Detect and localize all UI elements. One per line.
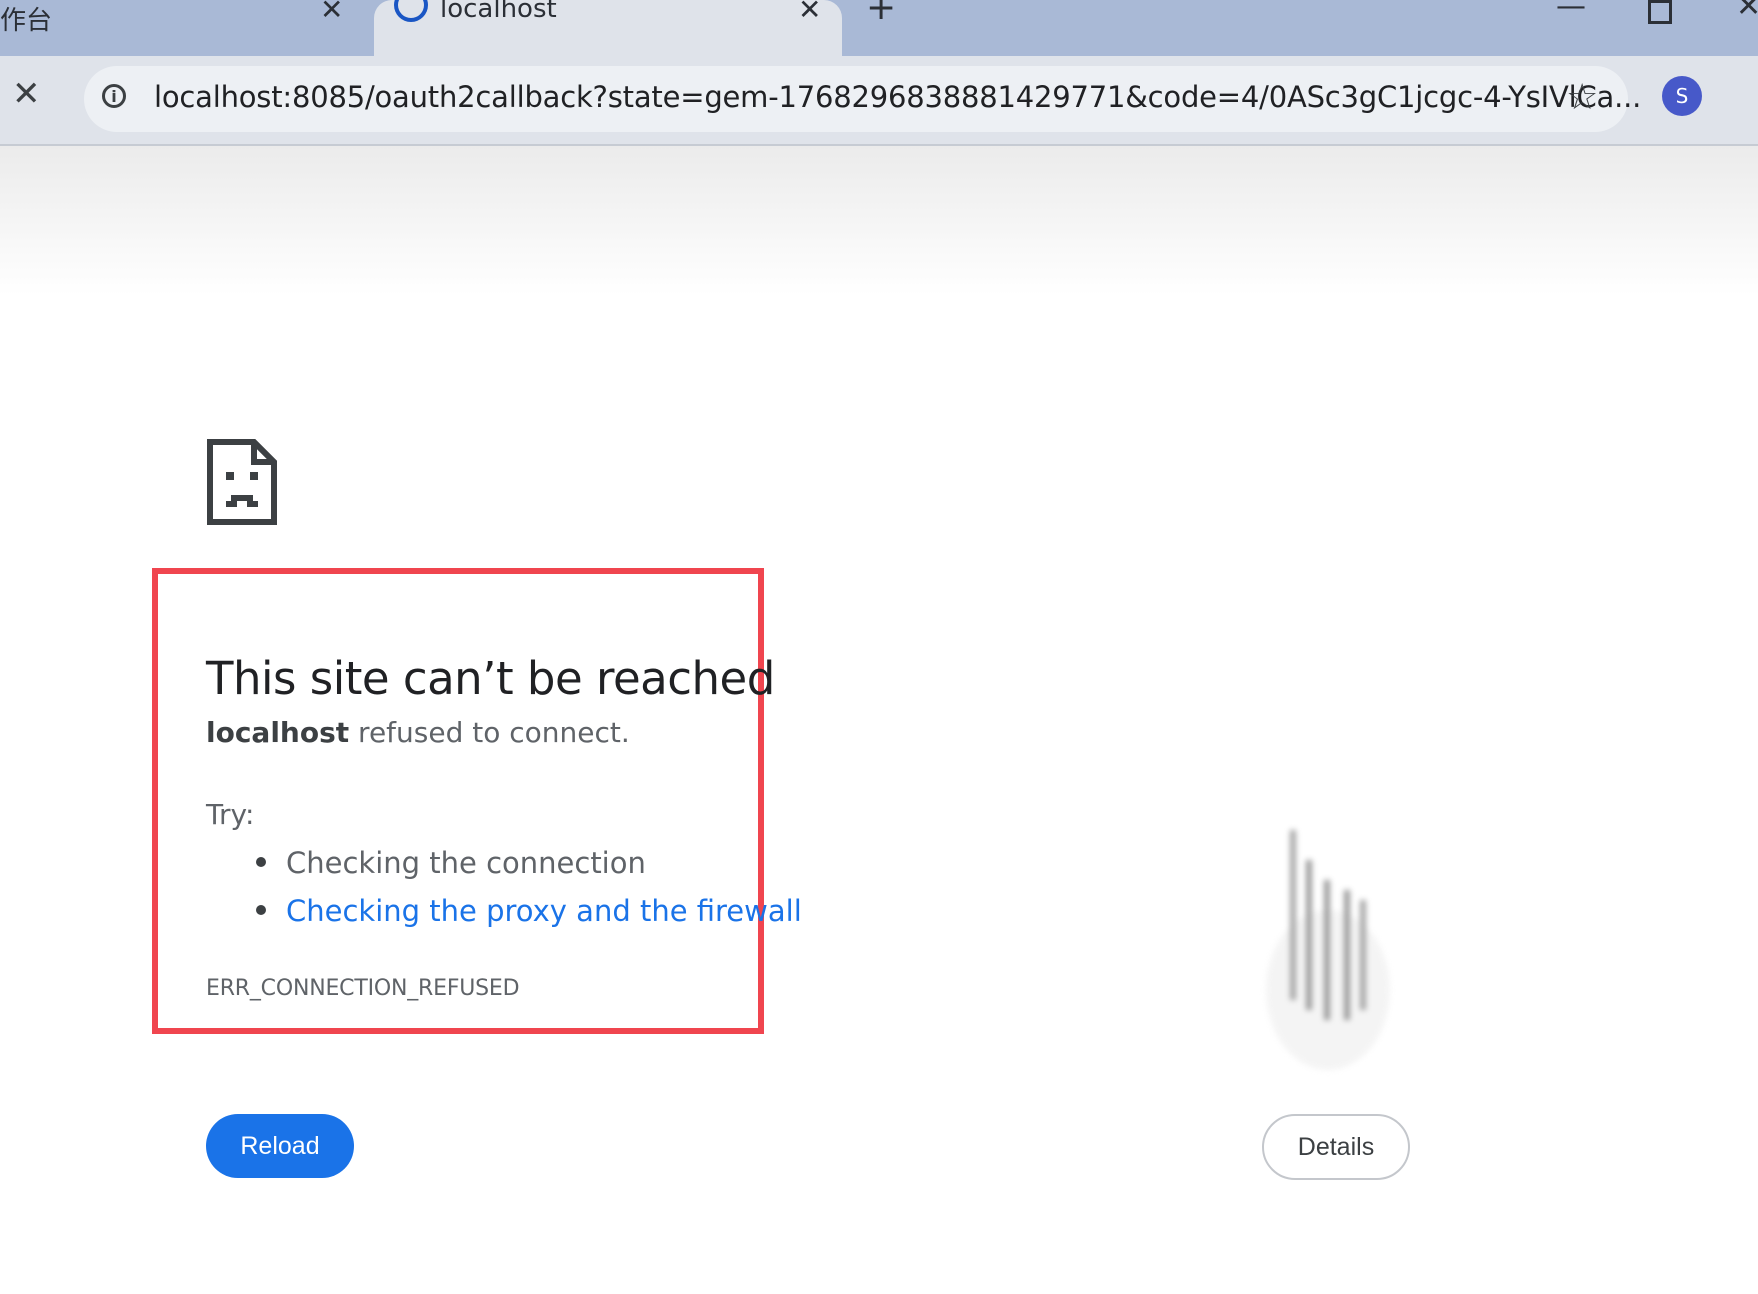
new-tab-button[interactable]: + [866, 0, 896, 26]
browser-toolbar: ✕ i localhost:8085/oauth2callback?state=… [0, 56, 1758, 146]
profile-avatar[interactable]: S [1662, 76, 1702, 116]
tab-close-icon[interactable]: ✕ [320, 0, 343, 24]
address-bar[interactable]: i localhost:8085/oauth2callback?state=ge… [84, 66, 1641, 132]
bookmark-star-icon[interactable]: ☆ [1566, 78, 1598, 118]
reload-button[interactable]: Reload [206, 1114, 354, 1178]
error-host: localhost [206, 716, 350, 749]
hand-cursor-icon [1266, 830, 1390, 1070]
tab-strip: 作台 ✕ localhost ✕ + — ✕ [0, 0, 1758, 58]
error-message: localhost refused to connect. [206, 716, 630, 749]
url-text[interactable]: localhost:8085/oauth2callback?state=gem-… [154, 80, 1641, 114]
suggestion-text: Checking the connection [286, 846, 646, 880]
bullet-icon [256, 857, 266, 867]
tab-active-localhost[interactable]: localhost ✕ [374, 0, 842, 58]
site-info-icon[interactable]: i [102, 84, 126, 108]
tab-title: localhost [440, 0, 557, 24]
loading-spinner-icon [394, 0, 428, 22]
minimize-window-button[interactable]: — [1556, 0, 1586, 22]
suggestion-item: Checking the connection [256, 846, 646, 880]
bullet-icon [256, 905, 266, 915]
browser-menu-icon[interactable]: ⋮ [1748, 74, 1758, 114]
tab-title: 作台 [0, 6, 53, 36]
details-button[interactable]: Details [1262, 1114, 1410, 1180]
suggestion-item: Checking the proxy and the firewall [256, 894, 802, 928]
try-label: Try: [206, 798, 255, 831]
error-code: ERR_CONNECTION_REFUSED [206, 976, 520, 1001]
proxy-firewall-link[interactable]: Checking the proxy and the firewall [286, 894, 802, 928]
tab-close-icon[interactable]: ✕ [798, 0, 821, 24]
sad-document-icon [207, 439, 277, 525]
stop-loading-button[interactable]: ✕ [12, 74, 41, 114]
page-title: This site can’t be reached [206, 652, 775, 706]
error-message-text: refused to connect. [349, 716, 630, 749]
tab-inactive[interactable]: 作台 ✕ [0, 0, 372, 50]
toolbar-shadow-fade [0, 146, 1758, 296]
maximize-window-button[interactable] [1648, 0, 1672, 24]
close-window-button[interactable]: ✕ [1736, 0, 1758, 22]
